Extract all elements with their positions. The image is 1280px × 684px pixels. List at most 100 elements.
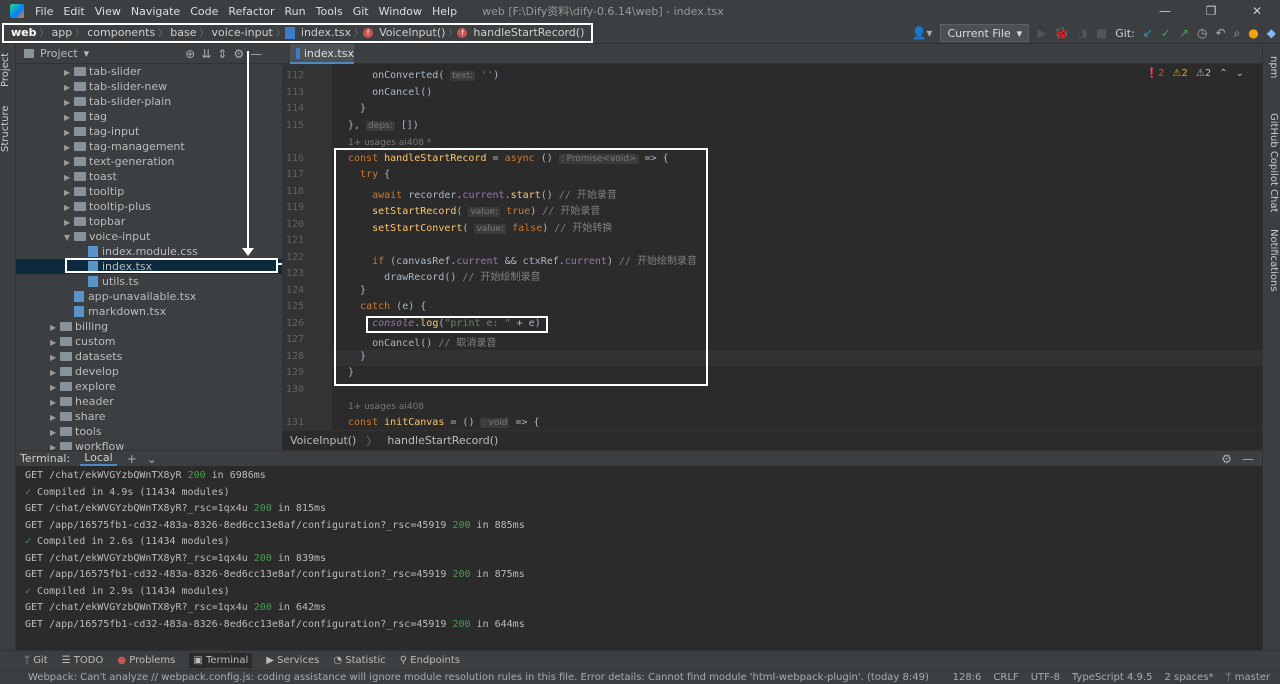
- menu-window[interactable]: Window: [374, 5, 427, 18]
- chevron-right-icon[interactable]: ▶: [50, 350, 60, 365]
- code-line[interactable]: }: [348, 103, 366, 114]
- tool-git[interactable]: ᛘ Git: [24, 655, 48, 666]
- menu-git[interactable]: Git: [348, 5, 374, 18]
- run-config-select[interactable]: Current File ▾: [940, 24, 1030, 42]
- chevron-down-icon[interactable]: ▾: [84, 47, 90, 60]
- menu-file[interactable]: File: [30, 5, 58, 18]
- chevron-right-icon[interactable]: ▶: [50, 320, 60, 335]
- coverage-icon[interactable]: ◑: [1077, 26, 1087, 40]
- tree-folder-item[interactable]: ▶ tooltip-plus: [16, 199, 282, 214]
- close-icon[interactable]: ✕: [1234, 4, 1280, 18]
- status-message[interactable]: Webpack: Can't analyze // webpack.config…: [0, 672, 953, 683]
- code-vision-hint[interactable]: 1+ usages ai408 *: [348, 138, 431, 148]
- tree-folder-item[interactable]: ▶ custom: [16, 334, 282, 349]
- crumb-fn-handlestart[interactable]: handleStartRecord(): [470, 26, 587, 39]
- tree-folder-item[interactable]: ▶ tab-slider-new: [16, 79, 282, 94]
- crumb-app[interactable]: app: [49, 26, 76, 39]
- tree-folder-item[interactable]: ▶ tag: [16, 109, 282, 124]
- history-icon[interactable]: ◷: [1197, 26, 1207, 40]
- chevron-right-icon[interactable]: ▶: [64, 65, 74, 80]
- chevron-down-icon[interactable]: ▼: [64, 230, 74, 245]
- chevron-right-icon[interactable]: ▶: [50, 410, 60, 425]
- locate-icon[interactable]: ⊕: [185, 47, 195, 61]
- chevron-down-icon[interactable]: ⌄: [147, 452, 157, 466]
- update-icon[interactable]: ●: [1248, 26, 1258, 40]
- hide-icon[interactable]: —: [250, 47, 262, 61]
- menu-refactor[interactable]: Refactor: [223, 5, 279, 18]
- menu-navigate[interactable]: Navigate: [126, 5, 185, 18]
- chevron-right-icon[interactable]: ▶: [50, 395, 60, 410]
- tree-folder-item[interactable]: ▶ tag-input: [16, 124, 282, 139]
- tool-services[interactable]: ▶ Services: [266, 655, 319, 666]
- project-tool-tab[interactable]: Project: [0, 50, 16, 90]
- plugin-icon[interactable]: ◆: [1267, 26, 1276, 40]
- chevron-right-icon[interactable]: ▶: [64, 140, 74, 155]
- gear-icon[interactable]: ⚙: [1221, 452, 1232, 466]
- notifications-tool-tab[interactable]: Notifications: [1263, 220, 1279, 300]
- collapse-all-icon[interactable]: ⇊: [201, 47, 211, 61]
- tree-file-item[interactable]: app-unavailable.tsx: [16, 289, 282, 304]
- debug-icon[interactable]: 🐞: [1054, 26, 1069, 40]
- chevron-right-icon[interactable]: ▶: [64, 215, 74, 230]
- tree-folder-item[interactable]: ▶ text-generation: [16, 154, 282, 169]
- chevron-up-icon[interactable]: ⌃: [1219, 68, 1227, 79]
- tree-file-item[interactable]: markdown.tsx: [16, 304, 282, 319]
- chevron-right-icon[interactable]: ▶: [50, 440, 60, 450]
- git-commit-icon[interactable]: ✓: [1161, 26, 1171, 40]
- tree-folder-item[interactable]: ▶ header: [16, 394, 282, 409]
- editor-tab[interactable]: index.tsx: [290, 44, 354, 64]
- crumb-components[interactable]: components: [84, 26, 158, 39]
- code-vision-hint[interactable]: 1+ usages ai408: [348, 402, 424, 412]
- copilot-tool-tab[interactable]: GitHub Copilot Chat: [1263, 108, 1279, 218]
- tool-endpoints[interactable]: ⚲ Endpoints: [400, 655, 460, 666]
- tree-folder-item[interactable]: ▶ datasets: [16, 349, 282, 364]
- maximize-icon[interactable]: ❐: [1188, 4, 1234, 18]
- chevron-right-icon[interactable]: ▶: [64, 185, 74, 200]
- menu-run[interactable]: Run: [280, 5, 311, 18]
- crumb-file[interactable]: index.tsx: [298, 26, 354, 39]
- tree-folder-item[interactable]: ▶ tooltip: [16, 184, 282, 199]
- crumb-base[interactable]: base: [167, 26, 199, 39]
- crumb-fn-handlestart[interactable]: handleStartRecord(): [387, 434, 498, 447]
- chevron-right-icon[interactable]: ▶: [64, 95, 74, 110]
- stop-icon[interactable]: ■: [1096, 26, 1107, 40]
- crumb-fn-voiceinput[interactable]: VoiceInput(): [376, 26, 448, 39]
- minimize-icon[interactable]: —: [1142, 4, 1188, 18]
- tree-folder-item[interactable]: ▶ billing: [16, 319, 282, 334]
- tree-folder-item[interactable]: ▶ topbar: [16, 214, 282, 229]
- menu-help[interactable]: Help: [427, 5, 462, 18]
- rollback-icon[interactable]: ↶: [1215, 26, 1225, 40]
- code-line[interactable]: onCancel(): [348, 87, 432, 98]
- indent-setting[interactable]: 2 spaces*: [1164, 672, 1213, 683]
- tool-todo[interactable]: ☰ TODO: [62, 655, 104, 666]
- tree-folder-item[interactable]: ▶ tag-management: [16, 139, 282, 154]
- run-icon[interactable]: ▶: [1037, 26, 1046, 40]
- chevron-down-icon[interactable]: ⌄: [1236, 68, 1244, 79]
- menu-view[interactable]: View: [90, 5, 126, 18]
- chevron-right-icon[interactable]: ▶: [64, 110, 74, 125]
- tree-file-item[interactable]: utils.ts: [16, 274, 282, 289]
- chevron-right-icon[interactable]: ▶: [64, 80, 74, 95]
- tree-folder-item[interactable]: ▶ explore: [16, 379, 282, 394]
- line-separator[interactable]: CRLF: [993, 672, 1018, 683]
- crumb-web[interactable]: web: [8, 26, 40, 39]
- git-update-icon[interactable]: ↙: [1143, 26, 1153, 40]
- chevron-right-icon[interactable]: ▶: [50, 425, 60, 440]
- inspection-widget[interactable]: ❗2 ⚠2 ⚠2 ⌃ ⌄: [1146, 68, 1244, 79]
- tool-terminal[interactable]: ▣ Terminal: [189, 653, 253, 668]
- tree-folder-item[interactable]: ▶ share: [16, 409, 282, 424]
- tree-folder-item[interactable]: ▶ toast: [16, 169, 282, 184]
- project-view-select[interactable]: Project: [40, 47, 78, 60]
- git-push-icon[interactable]: ↗: [1179, 26, 1189, 40]
- terminal-output[interactable]: GET /chat/ekWVGYzbQWnTX8yR 200 in 6986ms…: [16, 466, 1262, 650]
- chevron-right-icon[interactable]: ▶: [64, 125, 74, 140]
- chevron-right-icon[interactable]: ▶: [64, 170, 74, 185]
- chevron-right-icon[interactable]: ▶: [50, 335, 60, 350]
- menu-code[interactable]: Code: [185, 5, 223, 18]
- caret-position[interactable]: 128:6: [953, 672, 982, 683]
- menu-tools[interactable]: Tools: [311, 5, 348, 18]
- git-branch[interactable]: ᛘ master: [1226, 672, 1270, 683]
- code-line[interactable]: onConverted( text: ''): [348, 70, 499, 81]
- menu-edit[interactable]: Edit: [58, 5, 89, 18]
- language-service[interactable]: TypeScript 4.9.5: [1072, 672, 1153, 683]
